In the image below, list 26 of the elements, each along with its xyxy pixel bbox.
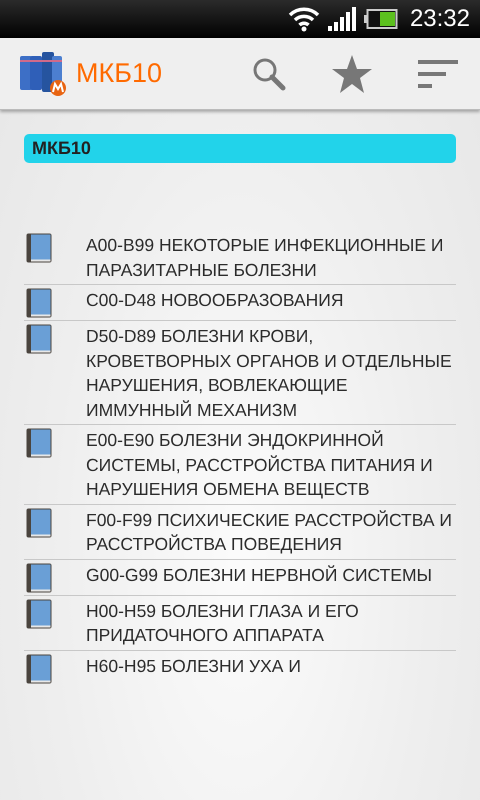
category-item[interactable]: E00-E90 БОЛЕЗНИ ЭНДОКРИННОЙ СИСТЕМЫ, РАССТРОЙСТВА ПИТАНИЯ И НАРУШЕНИЯ ОБМЕНА ВЕЩЕСТВ [86,428,456,502]
status-time: 23:32 [410,5,470,33]
battery-icon [364,9,398,29]
sort-icon[interactable] [418,60,458,88]
signal-icon [328,7,356,31]
category-item[interactable]: G00-G99 БОЛЕЗНИ НЕРВНОЙ СИСТЕМЫ [86,562,456,587]
star-icon[interactable] [332,54,372,92]
book-icon [26,654,52,684]
search-icon[interactable] [252,56,286,90]
book-icon [26,428,52,458]
app-title: МКБ10 [76,58,163,89]
category-item[interactable]: H60-H95 БОЛЕЗНИ УХА И [86,654,456,678]
section-header: МКБ10 [24,134,456,163]
book-icon [26,288,52,318]
category-item[interactable]: C00-D48 НОВООБРАЗОВАНИЯ [86,288,456,312]
category-item[interactable]: D50-D89 БОЛЕЗНИ КРОВИ, КРОВЕТВОРНЫХ ОРГАНОВ И ОТДЕЛЬНЫЕ НАРУШЕНИЯ, ВОВЛЕКАЮЩИЕ ИММУННЫЙ МЕХАНИЗМ [86,324,456,422]
book-icon [26,598,52,628]
book-icon [26,324,52,354]
book-icon [26,233,52,263]
book-icon [26,562,52,592]
book-icon [26,508,52,538]
category-item[interactable]: A00-B99 НЕКОТОРЫЕ ИНФЕКЦИОННЫЕ И ПАРАЗИТАРНЫЕ БОЛЕЗНИ [86,233,456,282]
category-item[interactable]: H00-H59 БОЛЕЗНИ ГЛАЗА И ЕГО ПРИДАТОЧНОГО АППАРАТА [86,598,456,648]
wifi-icon [288,6,320,32]
category-item[interactable]: F00-F99 ПСИХИЧЕСКИЕ РАССТРОЙСТВА И РАССТРОЙСТВА ПОВЕДЕНИЯ [86,508,456,556]
books-logo-icon [20,52,68,96]
